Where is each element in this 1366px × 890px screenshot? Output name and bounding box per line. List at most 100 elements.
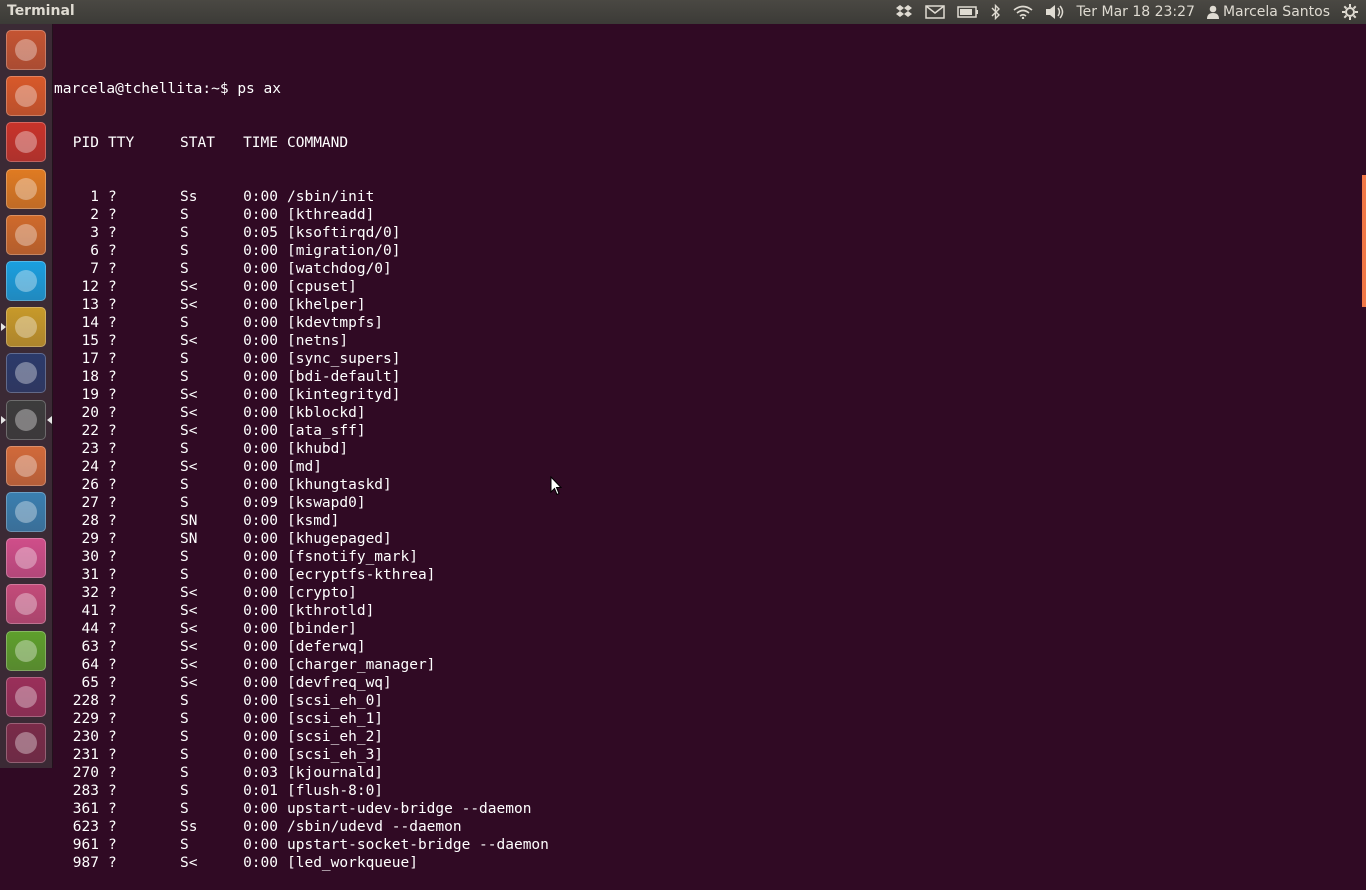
cell-command: [khungtaskd] xyxy=(287,477,392,493)
launcher-trash[interactable] xyxy=(6,723,46,763)
user-menu[interactable]: Marcela Santos xyxy=(1206,4,1330,20)
cell-tty: ? xyxy=(108,189,117,205)
cell-command: [bdi-default] xyxy=(287,369,401,385)
eclipse-icon xyxy=(15,362,37,385)
mail-icon[interactable] xyxy=(924,5,945,19)
launcher-skype[interactable] xyxy=(6,261,46,301)
launcher-workspace-switcher[interactable] xyxy=(6,676,46,717)
launcher-system-settings[interactable] xyxy=(6,122,46,163)
table-row: 32? S< 0:00 [crypto] xyxy=(54,584,549,602)
cell-command: [khubd] xyxy=(287,441,349,457)
cell-tty: ? xyxy=(108,423,117,439)
cell-stat: Ss xyxy=(180,189,198,205)
bluetooth-icon[interactable] xyxy=(991,4,1001,20)
launcher-chrome[interactable] xyxy=(6,307,46,348)
volume-icon[interactable] xyxy=(1045,4,1065,20)
cell-stat: S xyxy=(180,315,189,331)
launcher-software-center[interactable] xyxy=(6,76,46,117)
cell-time: 0:00 xyxy=(243,423,278,439)
user-name: Marcela Santos xyxy=(1222,4,1330,20)
cell-pid: 270 xyxy=(72,765,99,781)
launcher-system-monitor[interactable] xyxy=(6,492,46,532)
wifi-icon[interactable] xyxy=(1013,5,1033,19)
cell-pid: 64 xyxy=(81,657,99,673)
cell-tty: ? xyxy=(108,819,117,835)
cell-stat: S xyxy=(180,765,189,781)
launcher-update-manager[interactable] xyxy=(6,584,46,625)
cell-command: [kblockd] xyxy=(287,405,366,421)
battery-icon[interactable] xyxy=(956,6,979,18)
cell-command: [charger_manager] xyxy=(287,657,436,673)
cell-tty: ? xyxy=(108,855,117,871)
cell-time: 0:00 xyxy=(243,387,278,403)
gear-icon[interactable] xyxy=(1342,4,1358,20)
cell-pid: 31 xyxy=(81,567,99,583)
cell-stat: S< xyxy=(180,639,198,655)
cell-pid: 65 xyxy=(81,675,99,691)
cell-tty: ? xyxy=(108,279,117,295)
table-row: 27? S 0:09 [kswapd0] xyxy=(54,494,549,512)
launcher-picasa[interactable] xyxy=(6,538,46,579)
cell-pid: 32 xyxy=(81,585,99,601)
cell-command: [scsi_eh_2] xyxy=(287,729,384,745)
mouse-pointer-icon xyxy=(550,476,562,496)
cell-command: [crypto] xyxy=(287,585,357,601)
cell-time: 0:00 xyxy=(243,729,278,745)
cell-pid: 18 xyxy=(81,369,99,385)
cell-command: upstart-udev-bridge --daemon xyxy=(287,801,532,817)
cell-tty: ? xyxy=(108,531,117,547)
cell-tty: ? xyxy=(108,567,117,583)
cell-stat: S< xyxy=(180,405,198,421)
cell-pid: 15 xyxy=(81,333,99,349)
cell-command: [kdevtmpfs] xyxy=(287,315,384,331)
cell-time: 0:00 xyxy=(243,189,278,205)
cell-pid: 3 xyxy=(90,225,99,241)
header-pid: PID xyxy=(72,135,99,151)
cell-pid: 29 xyxy=(81,531,99,547)
table-row: 231? S 0:00 [scsi_eh_3] xyxy=(54,746,549,764)
cell-pid: 44 xyxy=(81,621,99,637)
table-row: 1? Ss 0:00/sbin/init xyxy=(54,188,549,206)
table-row: 229? S 0:00 [scsi_eh_1] xyxy=(54,710,549,728)
cell-tty: ? xyxy=(108,837,117,853)
indicator-area: Ter Mar 18 23:27 Marcela Santos xyxy=(895,0,1358,24)
launcher-home-folder[interactable] xyxy=(6,445,46,486)
table-row: 2? S 0:00 [kthreadd] xyxy=(54,206,549,224)
cell-time: 0:00 xyxy=(243,819,278,835)
cell-pid: 987 xyxy=(72,855,99,871)
cell-command: [scsi_eh_0] xyxy=(287,693,384,709)
table-row: 270? S 0:03 [kjournald] xyxy=(54,764,549,782)
launcher-libreoffice-impress[interactable] xyxy=(6,214,46,255)
table-row: 63? S< 0:00 [deferwq] xyxy=(54,638,549,656)
launcher-terminal[interactable] xyxy=(6,399,46,440)
cell-stat: S xyxy=(180,783,189,799)
scrollbar-thumb[interactable] xyxy=(1362,175,1366,307)
launcher-vlc[interactable] xyxy=(6,168,46,209)
cell-pid: 361 xyxy=(72,801,99,817)
clock[interactable]: Ter Mar 18 23:27 xyxy=(1077,4,1195,20)
table-row: 12? S< 0:00 [cpuset] xyxy=(54,278,549,296)
launcher-eclipse[interactable] xyxy=(6,353,46,394)
launcher-ubuntu-tweak[interactable] xyxy=(6,630,46,671)
cell-pid: 961 xyxy=(72,837,99,853)
cell-tty: ? xyxy=(108,729,117,745)
launcher-dash-home[interactable] xyxy=(6,30,46,70)
cell-time: 0:00 xyxy=(243,513,278,529)
top-panel: Terminal Ter Mar 18 23:27 Marcela Santos xyxy=(0,0,1366,24)
cell-pid: 19 xyxy=(81,387,99,403)
table-row: 6? S 0:00 [migration/0] xyxy=(54,242,549,260)
cell-time: 0:00 xyxy=(243,639,278,655)
terminal-output[interactable]: marcela@tchellita:~$ ps ax PID TTY STAT TIM… xyxy=(54,44,549,890)
cell-tty: ? xyxy=(108,675,117,691)
dropbox-icon[interactable] xyxy=(895,4,913,20)
cell-command: [watchdog/0] xyxy=(287,261,392,277)
cell-pid: 231 xyxy=(72,747,99,763)
cell-stat: S xyxy=(180,225,189,241)
cell-tty: ? xyxy=(108,207,117,223)
cell-command: [kjournald] xyxy=(287,765,384,781)
app-title: Terminal xyxy=(7,3,75,19)
cell-time: 0:00 xyxy=(243,855,278,871)
cell-time: 0:00 xyxy=(243,351,278,367)
cell-stat: S xyxy=(180,243,189,259)
picasa-icon xyxy=(15,547,37,570)
